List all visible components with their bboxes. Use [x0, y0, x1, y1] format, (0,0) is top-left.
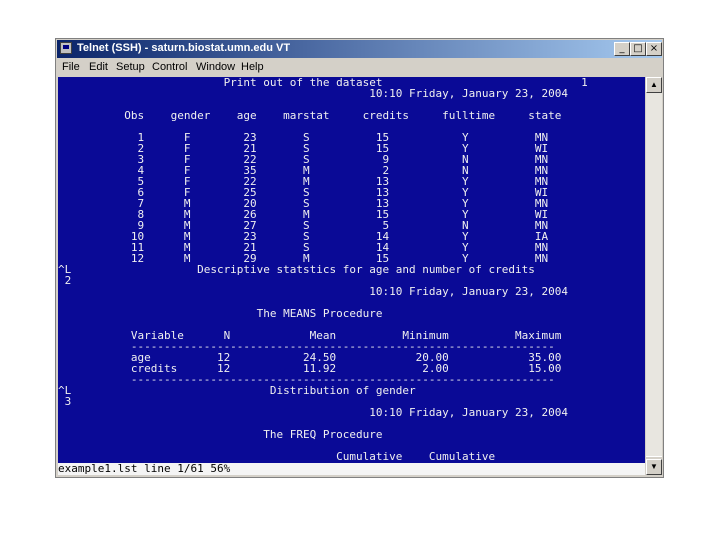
menu-help[interactable]: Help — [241, 61, 264, 73]
menu-file[interactable]: File — [62, 61, 80, 73]
terminal-app-icon[interactable] — [60, 42, 72, 54]
menu-edit[interactable]: Edit — [89, 61, 108, 73]
vertical-scrollbar[interactable]: ▲ ▼ — [646, 77, 662, 475]
telnet-window: Telnet (SSH) - saturn.biostat.umn.edu VT… — [55, 38, 664, 478]
status-line: example1.lst line 1/61 56% — [58, 463, 645, 475]
menu-window[interactable]: Window — [196, 61, 235, 73]
scroll-up-button[interactable]: ▲ — [646, 77, 662, 93]
menu-setup[interactable]: Setup — [116, 61, 145, 73]
terminal-line: 10:10 Friday, January 23, 2004 — [58, 87, 568, 100]
terminal-line: Cumulative Cumulative — [58, 450, 496, 463]
scroll-down-button[interactable]: ▼ — [646, 459, 662, 475]
close-button[interactable]: × — [646, 42, 662, 56]
terminal-line: 10:10 Friday, January 23, 2004 — [58, 285, 568, 298]
maximize-button[interactable]: □ — [630, 42, 646, 56]
menu-bar: File Edit Setup Control Window Help — [57, 59, 662, 76]
terminal-screen[interactable]: Print out of the dataset 1 10:10 Friday,… — [58, 77, 645, 475]
terminal-line: 10:10 Friday, January 23, 2004 — [58, 406, 568, 419]
menu-control[interactable]: Control — [152, 61, 187, 73]
title-bar[interactable]: Telnet (SSH) - saturn.biostat.umn.edu VT… — [57, 40, 662, 58]
terminal-line: Obs gender age marstat credits fulltime … — [58, 109, 562, 122]
terminal-line: ^L Descriptive statstics for age and num… — [58, 263, 535, 276]
terminal-line: ^L Distribution of gender — [58, 384, 416, 397]
terminal-line: The MEANS Procedure — [58, 307, 383, 320]
terminal-line: The FREQ Procedure — [58, 428, 383, 441]
minimize-button[interactable]: _ — [614, 42, 630, 56]
window-title: Telnet (SSH) - saturn.biostat.umn.edu VT — [77, 42, 291, 54]
